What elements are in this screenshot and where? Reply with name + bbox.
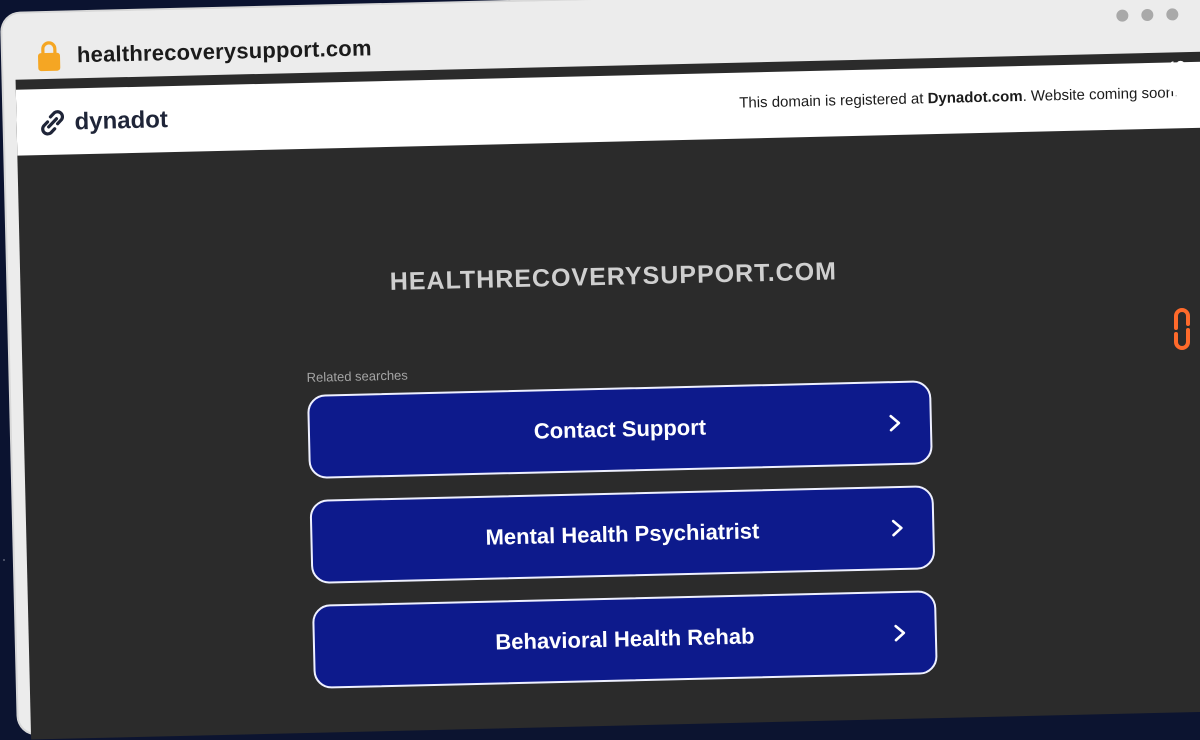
registration-notice: This domain is registered at Dynadot.com… <box>739 84 1178 111</box>
notice-prefix: This domain is registered at <box>739 90 928 112</box>
window-dot-icon[interactable] <box>1141 8 1154 22</box>
logo-text: dynadot <box>74 106 169 136</box>
dynadot-logo[interactable]: dynadot <box>38 106 168 137</box>
result-button-contact-support[interactable]: Contact Support <box>307 380 933 479</box>
address-bar-url[interactable]: healthrecoverysupport.com <box>77 35 372 68</box>
notice-brand-link[interactable]: Dynadot.com <box>927 88 1022 107</box>
page-title: HEALTHRECOVERYSUPPORT.COM <box>389 257 838 296</box>
result-label: Mental Health Psychiatrist <box>485 518 760 550</box>
chevron-right-icon <box>894 624 906 642</box>
lock-icon <box>38 41 61 72</box>
chevron-right-icon <box>891 519 903 537</box>
chain-link-icon <box>41 110 65 136</box>
notice-suffix: . Website coming soon. <box>1022 84 1179 105</box>
result-label: Contact Support <box>533 414 707 444</box>
result-button-behavioral-health-rehab[interactable]: Behavioral Health Rehab <box>312 590 938 689</box>
registrar-header: dynadot This domain is registered at Dyn… <box>15 61 1200 156</box>
chain-link-icon <box>1174 308 1190 350</box>
window-dot-icon[interactable] <box>1166 8 1179 21</box>
side-brand-text: INKS <box>1165 58 1190 119</box>
chevron-right-icon <box>889 414 901 432</box>
page-viewport: dynadot This domain is registered at Dyn… <box>15 51 1200 740</box>
result-button-mental-health-psychiatrist[interactable]: Mental Health Psychiatrist <box>309 485 936 584</box>
window-controls <box>1116 8 1179 22</box>
result-label: Behavioral Health Rehab <box>495 623 755 655</box>
window-dot-icon[interactable] <box>1116 9 1129 22</box>
related-searches-label: Related searches <box>306 367 408 385</box>
browser-window: healthrecoverysupport.com dynadot This d… <box>2 0 1200 740</box>
